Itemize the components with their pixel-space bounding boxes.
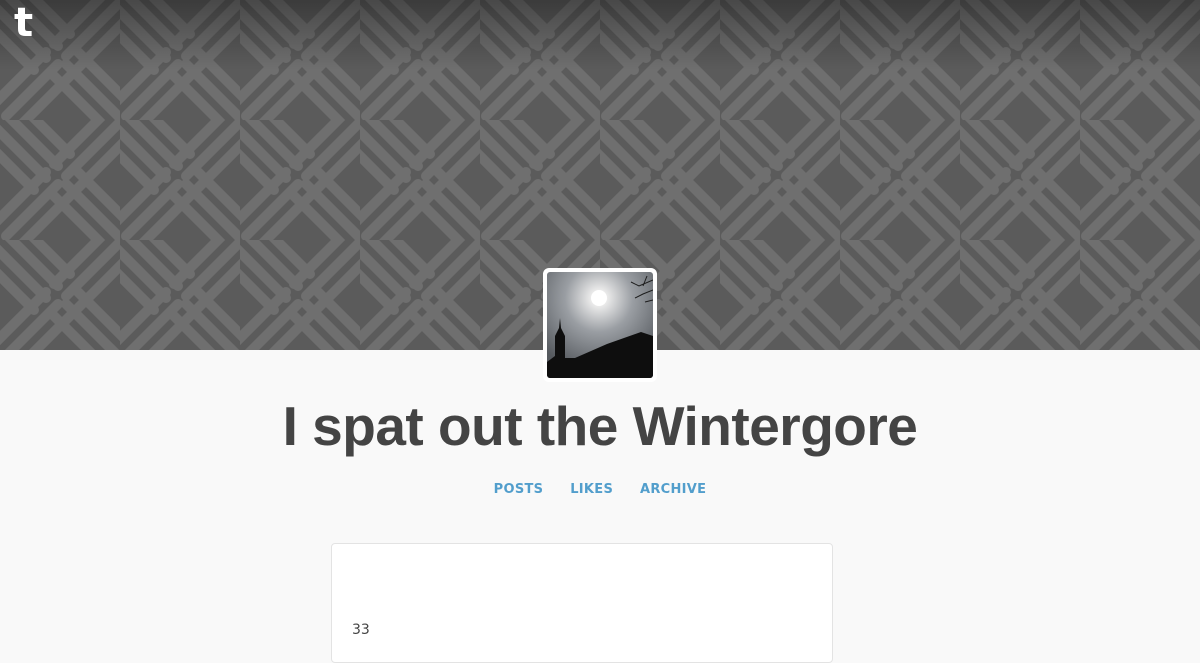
nav-posts-link[interactable]: POSTS bbox=[494, 482, 544, 497]
header-shade bbox=[0, 0, 1200, 70]
nav-likes-link[interactable]: LIKES bbox=[570, 482, 613, 497]
tumblr-logo-icon[interactable]: t bbox=[14, 2, 33, 44]
blog-avatar[interactable] bbox=[543, 268, 657, 382]
nav-archive-link[interactable]: ARCHIVE bbox=[640, 482, 706, 497]
blog-nav: POSTS LIKES ARCHIVE bbox=[0, 482, 1200, 497]
blog-title[interactable]: I spat out the Wintergore bbox=[0, 392, 1200, 460]
post-card: 33 bbox=[331, 543, 833, 663]
post-text: 33 bbox=[352, 622, 370, 638]
church-silhouette-sun-image bbox=[547, 272, 653, 378]
